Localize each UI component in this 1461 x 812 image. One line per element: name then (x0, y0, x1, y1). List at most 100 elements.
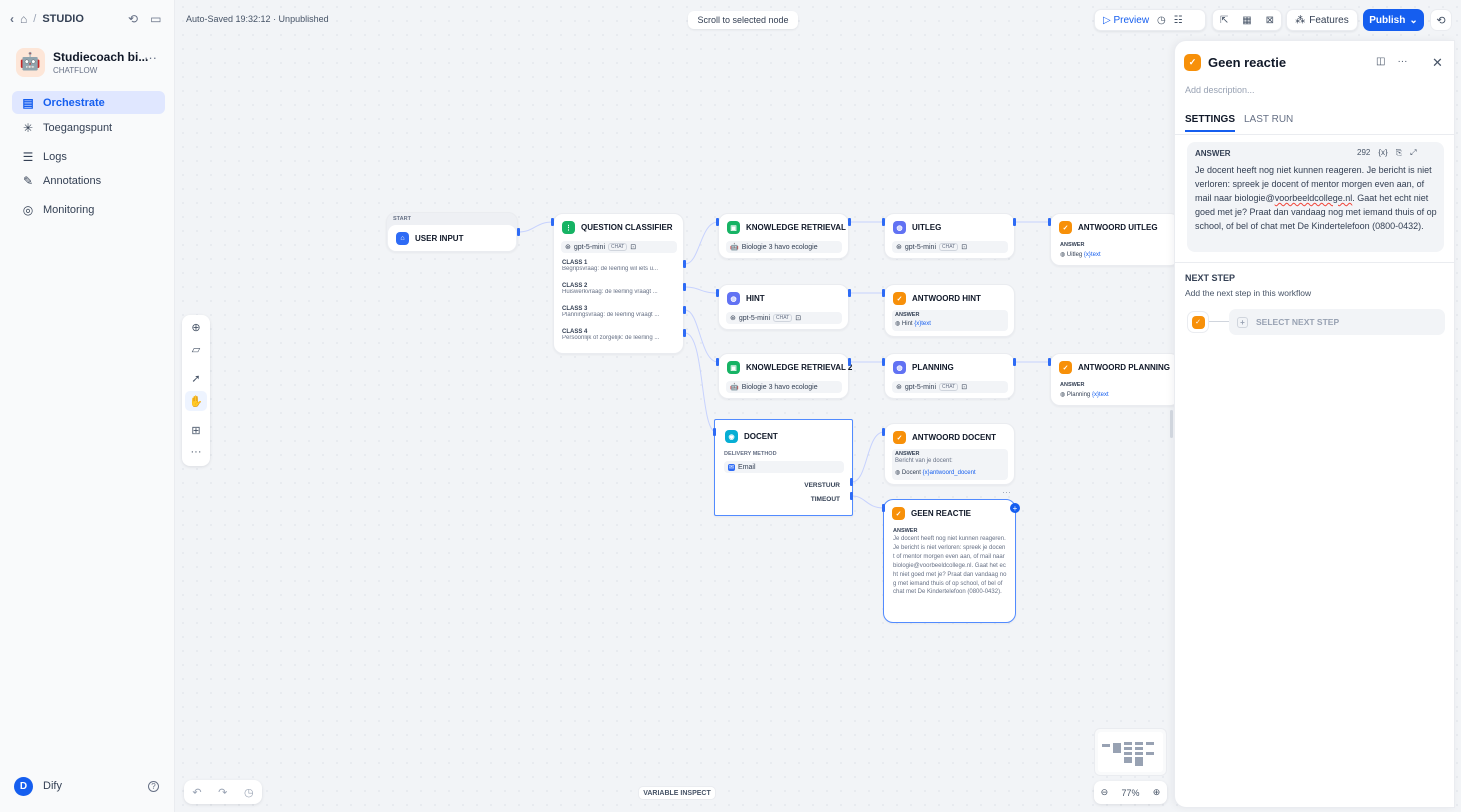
answer-variable: ◍ Uitleg {x}text (1060, 252, 1101, 258)
tool-icon-group: ⇱ ▦ ⊠ (1212, 9, 1282, 31)
node-title: ANTWOORD PLANNING (1078, 363, 1170, 372)
add-node-icon[interactable]: ⊕ (185, 317, 207, 337)
hint-node[interactable]: ◍ HINT ⊛ gpt-5-mini CHAT ⊡ (718, 284, 849, 330)
publish-button[interactable]: Publish ⌄ (1363, 9, 1424, 31)
node-handle[interactable] (850, 492, 853, 500)
insert-variable-button[interactable]: {x} (1378, 148, 1387, 158)
node-handle[interactable] (716, 218, 719, 226)
answer-textarea[interactable]: Je docent heeft nog niet kunnen reageren… (1195, 163, 1438, 233)
answer-icon: ✓ (892, 507, 905, 520)
uitleg-node[interactable]: ◍ UITLEG ⊛ gpt-5-mini CHAT ⊡ (884, 213, 1015, 259)
geen-reactie-node[interactable]: ✓ GEEN REACTIE ANSWER Je docent heeft no… (883, 499, 1016, 623)
node-handle[interactable] (683, 306, 686, 314)
node-handle[interactable] (882, 428, 885, 436)
node-handle[interactable] (683, 283, 686, 291)
hand-icon[interactable]: ✋ (185, 391, 207, 411)
node-handle[interactable] (1013, 358, 1016, 366)
node-handle[interactable] (551, 218, 554, 226)
features-button[interactable]: ⁂ Features (1286, 9, 1358, 31)
minimap-viewport[interactable] (1098, 732, 1163, 772)
node-handle[interactable] (1013, 218, 1016, 226)
copy-icon[interactable]: ⎘ (1396, 148, 1402, 158)
divider (1174, 134, 1455, 135)
model-name: gpt-5-mini (904, 243, 936, 251)
close-icon[interactable]: ✕ (1432, 55, 1443, 71)
variable-inspect-button[interactable]: VARIABLE INSPECT (638, 786, 716, 800)
zoom-out-icon[interactable]: ⊖ (1101, 787, 1109, 798)
pointer-icon[interactable]: ➚ (185, 368, 207, 388)
answer-label: ANSWER (893, 528, 918, 534)
node-more-icon[interactable]: ··· (1002, 487, 1011, 497)
organize-blocks-icon[interactable]: ⊞ (185, 420, 207, 440)
scroll-to-selected-button[interactable]: Scroll to selected node (688, 11, 798, 29)
antwoord-planning-node[interactable]: ✓ ANTWOORD PLANNING ANSWER ◍ Planning {x… (1050, 353, 1180, 406)
tab-last-run[interactable]: LAST RUN (1244, 114, 1293, 125)
delivery-method-label: DELIVERY METHOD (724, 451, 777, 457)
zoom-in-icon[interactable]: ⊕ (1153, 787, 1161, 798)
undo-icon[interactable]: ↶ (192, 786, 201, 799)
history-icon[interactable]: ◷ (244, 786, 254, 799)
zoom-level[interactable]: 77% (1121, 788, 1139, 798)
add-next-node-icon[interactable]: + (1010, 503, 1020, 513)
antwoord-hint-node[interactable]: ✓ ANTWOORD HINT ANSWER ◍ Hint {x}text (884, 284, 1015, 337)
node-handle[interactable] (882, 218, 885, 226)
version-history-button[interactable]: ⟲ (1430, 9, 1452, 31)
knowledge-retrieval-node[interactable]: ▣ KNOWLEDGE RETRIEVAL 🤖 Biologie 3 havo … (718, 213, 849, 259)
test-run-history-icon[interactable]: ⇱ (1220, 15, 1228, 26)
conversation-variables-icon[interactable]: ⊠ (1266, 15, 1274, 26)
minimap-node (1135, 747, 1143, 750)
preview-button[interactable]: ▷ Preview (1103, 15, 1149, 26)
antwoord-docent-node[interactable]: ✓ ANTWOORD DOCENT ANSWER Bericht van je … (884, 423, 1015, 485)
edge-start-classifier (517, 221, 554, 233)
select-next-step-label: SELECT NEXT STEP (1256, 317, 1340, 327)
panel-title[interactable]: Geen reactie (1208, 55, 1286, 70)
checklist-icon[interactable]: ◷ (1157, 15, 1166, 26)
node-handle[interactable] (848, 358, 851, 366)
panel-resize-handle[interactable] (1170, 410, 1173, 438)
docent-node[interactable]: ◉ DOCENT DELIVERY METHOD ✉ Email VERSTUU… (714, 419, 853, 516)
node-header: ✓ ANTWOORD HINT (893, 292, 981, 305)
model-name: gpt-5-mini (904, 383, 936, 391)
select-next-step-button[interactable]: + SELECT NEXT STEP (1229, 309, 1445, 335)
start-node[interactable]: START ⌂ USER INPUT (386, 212, 518, 252)
var-name: text (1090, 252, 1101, 258)
chevron-down-icon: ⌄ (1409, 14, 1418, 26)
node-handle[interactable] (683, 329, 686, 337)
expand-icon[interactable]: ⤢ (1410, 148, 1416, 158)
node-handle[interactable] (713, 428, 716, 436)
answer-variable: ◍ Planning {x}text (1060, 392, 1109, 398)
question-classifier-node[interactable]: ⋮ QUESTION CLASSIFIER ⊛ gpt-5-mini CHAT … (553, 213, 684, 354)
dataset-icon: 🤖 (730, 244, 739, 251)
add-note-icon[interactable]: ▱ (185, 339, 207, 359)
answer-icon: ✓ (1059, 361, 1072, 374)
knowledge-retrieval-2-node[interactable]: ▣ KNOWLEDGE RETRIEVAL 2 🤖 Biologie 3 hav… (718, 353, 852, 399)
node-handle[interactable] (882, 358, 885, 366)
node-handle[interactable] (683, 260, 686, 268)
node-title: ANTWOORD HINT (912, 294, 981, 303)
panel-more-icon[interactable]: ··· (1397, 56, 1407, 67)
env-variables-icon[interactable]: ☷ (1174, 15, 1183, 26)
node-handle[interactable] (1048, 358, 1051, 366)
planning-node[interactable]: ◍ PLANNING ⊛ gpt-5-mini CHAT ⊡ (884, 353, 1015, 399)
node-handle[interactable] (517, 228, 520, 236)
antwoord-uitleg-node[interactable]: ✓ ANTWOORD UITLEG ANSWER ◍ Uitleg {x}tex… (1050, 213, 1180, 266)
redo-icon[interactable]: ↷ (218, 786, 227, 799)
more-icon[interactable]: ··· (185, 442, 207, 462)
knowledge-base-name: Biologie 3 havo ecologie (741, 243, 818, 251)
node-handle[interactable] (716, 358, 719, 366)
global-variables-icon[interactable]: ▦ (1242, 15, 1251, 26)
node-handle[interactable] (848, 218, 851, 226)
tab-settings[interactable]: SETTINGS (1185, 114, 1236, 132)
model-name: gpt-5-mini (738, 314, 770, 322)
description-input[interactable]: Add description... (1185, 85, 1255, 95)
node-handle[interactable] (850, 478, 853, 486)
node-handle[interactable] (882, 504, 885, 512)
node-handle[interactable] (716, 289, 719, 297)
node-handle[interactable] (1048, 218, 1051, 226)
model-name: gpt-5-mini (573, 243, 605, 251)
node-handle[interactable] (848, 289, 851, 297)
split-view-icon[interactable]: ◫ (1376, 56, 1385, 67)
model-settings-icon: ⊡ (630, 244, 637, 251)
node-handle[interactable] (882, 289, 885, 297)
openai-icon: ⊛ (730, 315, 736, 322)
